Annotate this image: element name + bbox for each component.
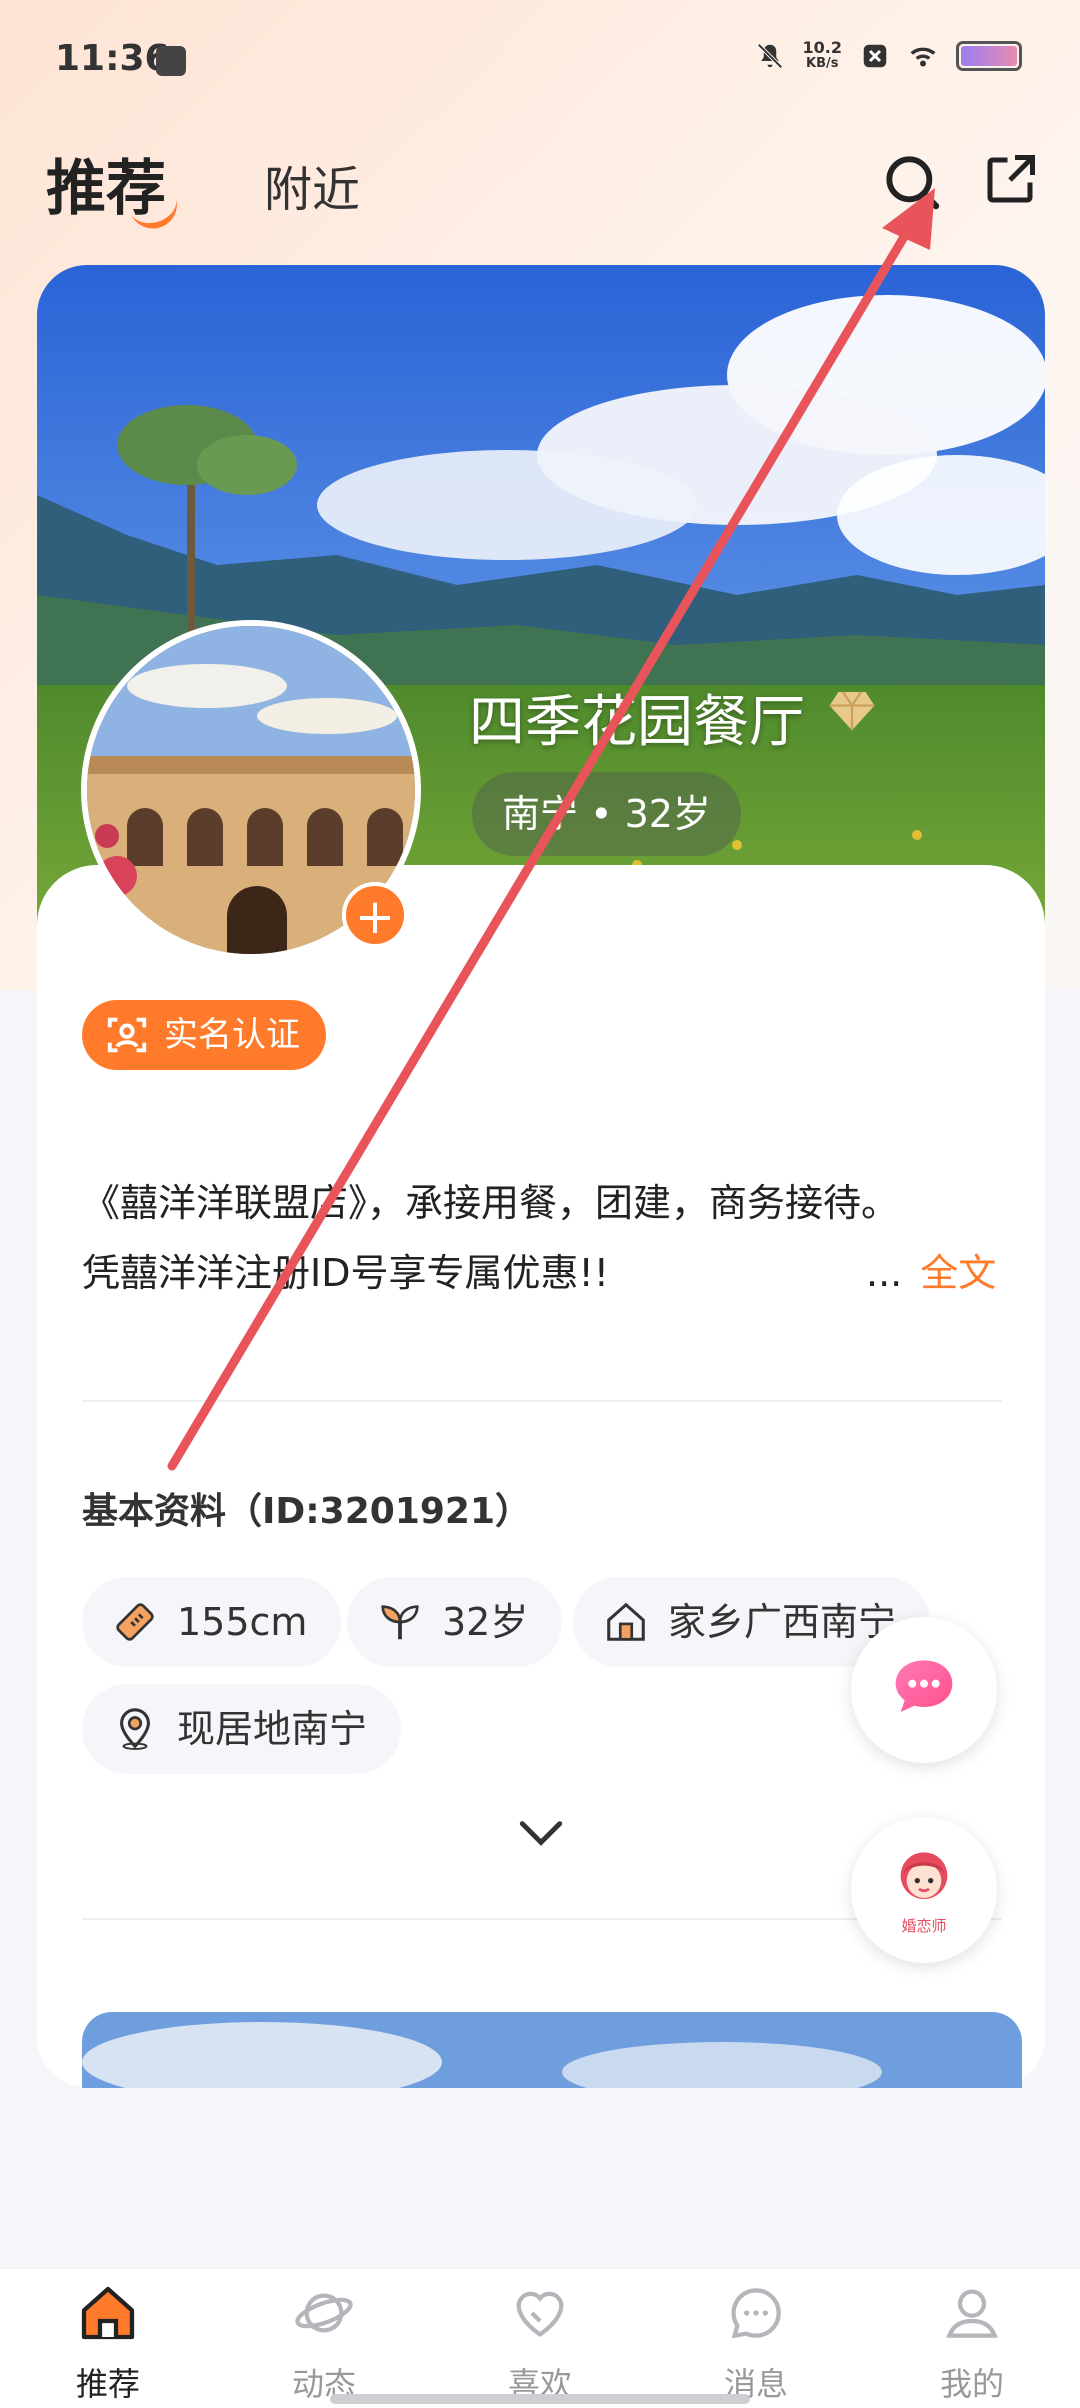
chip-age: 32岁 (347, 1577, 563, 1667)
sprout-icon (381, 1605, 419, 1640)
bio-line-1: 《囍洋洋联盟店》，承接用餐，团建，商务接待。 (82, 1181, 900, 1225)
heart-icon (516, 2291, 564, 2337)
status-bar: 11:36 10.2 KB/s (0, 0, 1080, 130)
home-icon (81, 2286, 135, 2340)
bottom-navigation: 推荐 动态 喜欢 消息 我的 (0, 2268, 1080, 2408)
nav-label: 推荐 (75, 2365, 140, 2403)
nav-likes[interactable]: 喜欢 (470, 2269, 610, 2408)
bio-text: 《囍洋洋联盟店》，承接用餐，团建，商务接待。 凭囍洋洋注册ID号享专属优惠!! (82, 1168, 1002, 1308)
divider (82, 1400, 1002, 1402)
nav-recommend[interactable]: 推荐 (38, 2269, 178, 2408)
nav-label: 我的 (939, 2365, 1004, 2403)
share-icon[interactable] (980, 150, 1040, 210)
matchmaker-label: 婚恋师 (901, 1917, 947, 1935)
chip-height: 155cm (82, 1577, 342, 1667)
matchmaker-fab[interactable]: 婚恋师 (851, 1817, 997, 1963)
chat-fab[interactable] (851, 1617, 997, 1763)
bio-more: ... 全文 (866, 1238, 996, 1308)
search-icon[interactable] (880, 150, 944, 214)
notification-app-icon (156, 46, 186, 76)
full-text-link[interactable]: 全文 (920, 1251, 996, 1295)
house-icon (607, 1602, 645, 1641)
nav-messages[interactable]: 消息 (686, 2269, 826, 2408)
battery-icon (956, 41, 1022, 71)
chat-bubble-icon (895, 1660, 953, 1712)
nav-feed[interactable]: 动态 (254, 2269, 394, 2408)
verify-label: 实名认证 (164, 1015, 300, 1055)
tab-nearby[interactable]: 附近 (264, 150, 360, 220)
message-icon (731, 2288, 781, 2339)
mute-bell-icon (756, 43, 783, 69)
chip-label: 家乡广西南宁 (668, 1600, 897, 1644)
sim-blocked-icon (863, 44, 887, 68)
chip-label: 32岁 (442, 1600, 529, 1644)
status-indicators: 10.2 KB/s (755, 40, 1022, 72)
chevron-down-icon[interactable] (518, 1818, 564, 1848)
profile-name: 四季花园餐厅 (469, 690, 805, 755)
add-photo-button[interactable]: + (342, 882, 408, 948)
location-age-badge: 南宁 • 32岁 (472, 772, 741, 856)
chip-label: 现居地南宁 (177, 1707, 368, 1751)
real-name-verified-badge[interactable]: 实名认证 (82, 1000, 326, 1070)
person-icon (946, 2289, 998, 2338)
vip-diamond-icon (829, 691, 875, 731)
gallery-photo-preview[interactable] (82, 2012, 1022, 2088)
ruler-icon (116, 1603, 154, 1641)
chip-residence: 现居地南宁 (82, 1684, 402, 1774)
network-speed-value: 10.2 (802, 38, 842, 57)
bio-ellipsis: ... (866, 1251, 903, 1295)
bio-line-2: 凭囍洋洋注册ID号享专属优惠!! (82, 1251, 609, 1295)
status-time: 11:36 (55, 38, 170, 79)
network-speed: 10.2 KB/s (803, 40, 842, 72)
network-speed-unit: KB/s (806, 56, 839, 71)
face-id-icon (107, 1017, 147, 1053)
matchmaker-avatar-icon (900, 1852, 948, 1899)
nav-mine[interactable]: 我的 (902, 2269, 1042, 2408)
planet-icon (295, 2293, 353, 2333)
wifi-icon (910, 47, 936, 67)
chip-label: 155cm (177, 1600, 308, 1644)
location-pin-icon (120, 1708, 150, 1750)
basic-info-title: 基本资料（ID:3201921） (82, 1491, 532, 1532)
home-indicator (330, 2394, 750, 2404)
